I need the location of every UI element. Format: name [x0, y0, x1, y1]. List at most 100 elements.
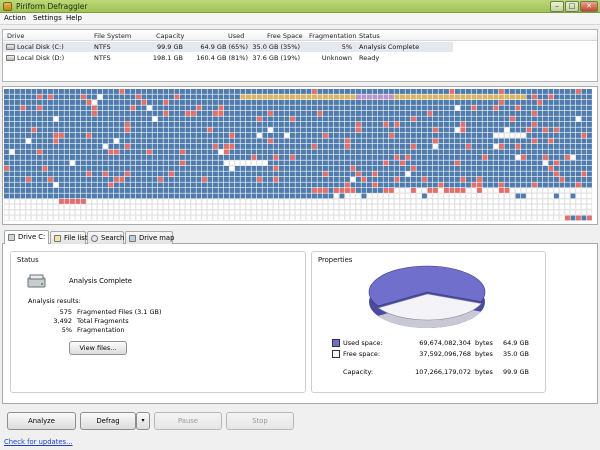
cluster-block	[196, 94, 202, 100]
cluster-block	[119, 144, 125, 149]
maximize-button[interactable]: □	[565, 1, 579, 12]
menu-settings[interactable]: Settings	[33, 14, 62, 22]
cluster-block	[306, 89, 312, 94]
stop-button[interactable]: Stop	[226, 412, 294, 430]
cluster-block	[449, 144, 455, 149]
tab-drive-map[interactable]: Drive map	[125, 231, 174, 244]
cluster-block	[587, 133, 592, 138]
column-fragmentation[interactable]: Fragmentation	[309, 32, 356, 40]
defrag-dropdown-button[interactable]: ▾	[136, 412, 150, 430]
cluster-block	[367, 100, 372, 105]
tab-search[interactable]: Search	[87, 231, 124, 244]
tab-drive-c[interactable]: Drive C:	[4, 230, 49, 245]
cluster-block	[510, 182, 515, 188]
column-status[interactable]: Status	[359, 32, 380, 40]
close-button[interactable]: ✕	[580, 1, 598, 12]
cluster-block	[212, 215, 219, 221]
capacity-label: Capacity:	[343, 368, 374, 376]
cluster-block	[114, 89, 119, 94]
cluster-block	[152, 94, 158, 100]
cluster-block	[411, 177, 416, 182]
cluster-block	[476, 204, 483, 210]
column-drive[interactable]: Drive	[7, 32, 24, 40]
cluster-block	[273, 160, 279, 166]
defrag-button[interactable]: Defrag	[80, 412, 136, 430]
menu-help[interactable]: Help	[66, 14, 82, 22]
column-file-system[interactable]: File System	[94, 32, 131, 40]
cluster-block	[75, 116, 81, 122]
cluster-block	[136, 144, 141, 149]
menu-action[interactable]: Action	[4, 14, 26, 22]
cluster-block	[64, 155, 70, 160]
used-space-swatch	[332, 339, 340, 347]
cluster-block	[163, 188, 169, 193]
cluster-block	[114, 177, 119, 182]
column-free-space[interactable]: Free Space	[267, 32, 303, 40]
analyze-button[interactable]: Analyze	[7, 412, 76, 430]
cluster-block	[443, 209, 450, 216]
cluster-block	[493, 204, 499, 210]
view-files-button[interactable]: View files...	[69, 341, 127, 355]
cluster-block	[355, 209, 362, 216]
cluster-block	[504, 209, 510, 216]
cluster-block	[26, 127, 31, 133]
cluster-block	[355, 204, 362, 210]
cluster-block	[477, 182, 482, 188]
cluster-block	[405, 144, 411, 149]
cluster-block	[20, 122, 26, 127]
drive-free: 37.6 GB (19%)	[252, 54, 300, 62]
check-for-updates-link[interactable]: Check for updates...	[4, 438, 73, 446]
cluster-block	[169, 116, 174, 122]
cluster-block	[526, 166, 532, 171]
drive-row-d[interactable]: Local Disk (D:) NTFS 198.1 GB 160.4 GB (…	[3, 53, 453, 63]
cluster-block	[488, 182, 493, 188]
cluster-block	[245, 160, 252, 166]
cluster-block	[191, 155, 196, 160]
cluster-block	[460, 155, 466, 160]
cluster-block	[92, 155, 97, 160]
cluster-block	[421, 198, 428, 205]
cluster-block	[537, 149, 543, 155]
cluster-block	[537, 100, 543, 105]
cluster-block	[482, 100, 488, 105]
cluster-block	[4, 133, 9, 138]
cluster-block	[152, 105, 158, 111]
cluster-block	[48, 116, 53, 122]
cluster-block	[130, 177, 136, 182]
cluster-block	[559, 177, 565, 182]
cluster-block	[191, 188, 196, 193]
cluster-block	[114, 133, 119, 138]
cluster-block	[301, 177, 306, 182]
cluster-block	[147, 166, 152, 171]
cluster-block	[179, 209, 186, 216]
cluster-block	[180, 166, 185, 171]
cluster-block	[64, 127, 70, 133]
cluster-block	[229, 160, 235, 166]
pause-button[interactable]: Pause	[154, 412, 222, 430]
cluster-block	[207, 198, 213, 205]
minimize-button[interactable]: –	[550, 1, 564, 12]
cluster-block	[477, 160, 482, 166]
cluster-block	[449, 198, 455, 205]
cluster-block	[416, 89, 422, 94]
cluster-block	[130, 89, 136, 94]
column-used[interactable]: Used	[228, 32, 244, 40]
cluster-block	[284, 204, 290, 210]
cluster-block	[157, 198, 164, 205]
column-capacity[interactable]: Capacity	[156, 32, 184, 40]
tab-file-list[interactable]: File list	[50, 231, 88, 244]
cluster-block	[356, 177, 361, 182]
cluster-block	[306, 177, 312, 182]
cluster-block	[20, 116, 26, 122]
cluster-block	[37, 116, 42, 122]
drive-row-c[interactable]: Local Disk (C:) NTFS 99.9 GB 64.9 GB (65…	[3, 42, 453, 52]
cluster-block	[399, 198, 406, 205]
cluster-block	[125, 155, 130, 160]
cluster-block	[240, 100, 246, 105]
cluster-block	[262, 94, 268, 100]
cluster-block	[422, 116, 427, 122]
cluster-block	[174, 89, 180, 94]
cluster-block	[15, 160, 20, 166]
drive-cluster-map[interactable]	[2, 86, 598, 225]
cluster-block	[185, 171, 191, 177]
